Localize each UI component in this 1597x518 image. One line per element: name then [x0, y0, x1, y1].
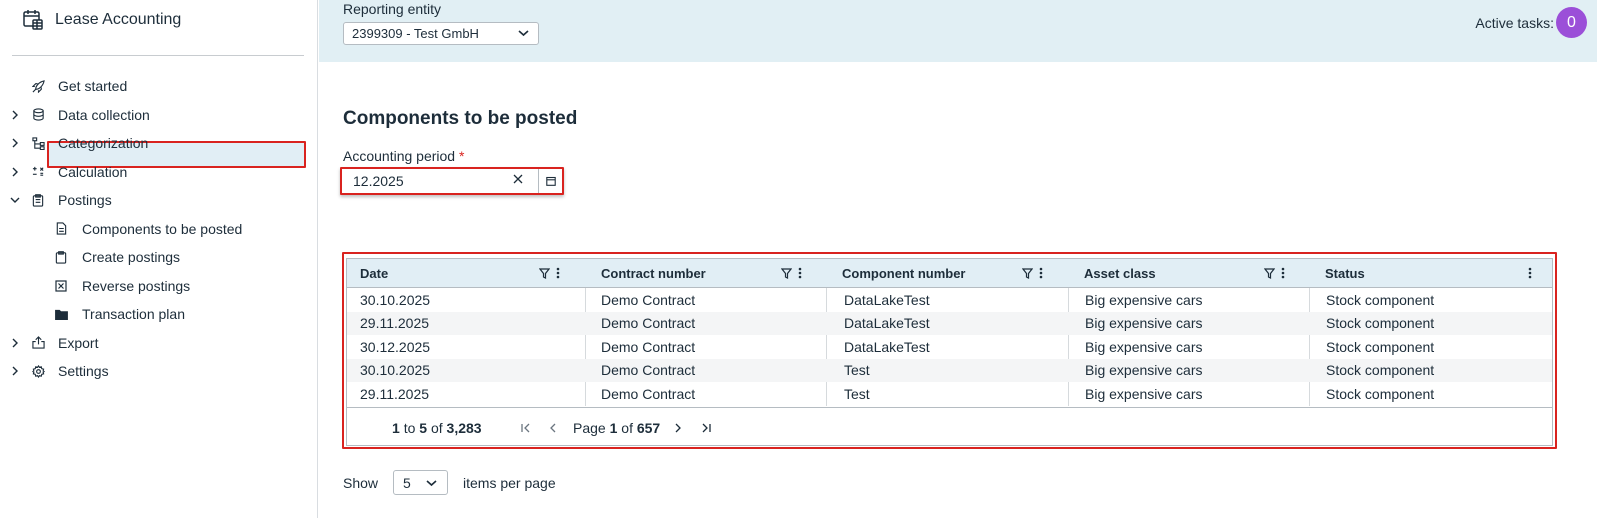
- column-header-label: Component number: [842, 266, 966, 281]
- sidebar-item-label: Export: [58, 334, 99, 351]
- table-row[interactable]: 30.10.2025 Demo Contract Test Big expens…: [347, 358, 1552, 382]
- row-range-summary: 1 to 5 of 3,283: [392, 420, 482, 436]
- page-indicator: Page 1 of 657: [573, 420, 661, 436]
- required-marker: *: [458, 148, 465, 164]
- app-brand[interactable]: Lease Accounting: [22, 8, 181, 32]
- calendar-grid-icon: [22, 9, 44, 31]
- sidebar-item-label: Reverse postings: [82, 277, 191, 294]
- sidebar-item-get-started[interactable]: Get started: [0, 72, 318, 101]
- previous-page-icon[interactable]: [546, 421, 560, 435]
- sidebar-item-label: Create postings: [82, 249, 181, 266]
- column-header-status[interactable]: Status: [1312, 259, 1552, 288]
- cancel-box-icon: [54, 279, 68, 293]
- filter-icon[interactable]: [1022, 267, 1033, 279]
- sidebar-item-create-postings[interactable]: Create postings: [0, 243, 318, 272]
- components-grid: Date Contract number Component number As…: [346, 258, 1553, 446]
- grid-header: Date Contract number Component number As…: [347, 259, 1552, 288]
- column-header-asset-class[interactable]: Asset class: [1071, 259, 1312, 288]
- sidebar-item-calculation[interactable]: Calculation: [0, 158, 318, 187]
- show-label: Show: [343, 475, 379, 491]
- chevron-right-icon[interactable]: [9, 166, 21, 178]
- sidebar-divider: [12, 55, 304, 56]
- sidebar-item-components-to-be-posted[interactable]: Components to be posted: [0, 215, 318, 244]
- sidebar-item-reverse-postings[interactable]: Reverse postings: [0, 272, 318, 301]
- accounting-period-label-text: Accounting period: [343, 148, 456, 164]
- column-header-label: Asset class: [1084, 266, 1156, 281]
- accounting-period-label: Accounting period *: [343, 148, 464, 164]
- column-header-date[interactable]: Date: [347, 259, 588, 288]
- clipboard-icon: [54, 250, 68, 264]
- sidebar-item-label: Transaction plan: [82, 306, 185, 323]
- filter-icon[interactable]: [1264, 267, 1275, 279]
- calendar-icon[interactable]: [538, 169, 562, 193]
- sidebar-item-transaction-plan[interactable]: Transaction plan: [0, 300, 318, 329]
- chevron-down-icon[interactable]: [9, 194, 21, 206]
- reporting-entity-select[interactable]: 2399309 - Test GmbH: [343, 22, 539, 45]
- app-title: Lease Accounting: [55, 11, 182, 28]
- rocket-icon: [31, 79, 45, 93]
- clear-icon[interactable]: [513, 174, 525, 186]
- table-row[interactable]: 29.11.2025 Demo Contract DataLakeTest Bi…: [347, 311, 1552, 335]
- chevron-right-icon[interactable]: [9, 337, 21, 349]
- column-header-label: Status: [1325, 266, 1365, 281]
- sidebar-item-settings[interactable]: Settings: [0, 357, 318, 386]
- chevron-right-icon[interactable]: [9, 137, 21, 149]
- sidebar-item-categorization[interactable]: Categorization: [0, 129, 318, 158]
- sidebar-nav: Get started Data collection Categorizati…: [0, 72, 318, 386]
- grid-pagination: 1 to 5 of 3,283 Page 1 of 657: [347, 407, 1552, 446]
- sidebar-item-label: Postings: [58, 192, 112, 209]
- chevron-down-icon: [426, 479, 437, 487]
- document-icon: [54, 222, 68, 236]
- column-header-label: Date: [360, 266, 389, 281]
- clipboard-icon: [31, 193, 45, 207]
- chevron-right-icon[interactable]: [9, 365, 21, 377]
- column-header-contract-number[interactable]: Contract number: [588, 259, 829, 288]
- sidebar-item-export[interactable]: Export: [0, 329, 318, 358]
- column-header-label: Contract number: [601, 266, 706, 281]
- sidebar: Lease Accounting Get started Data collec…: [0, 0, 318, 518]
- gear-icon: [31, 364, 45, 378]
- last-page-icon[interactable]: [699, 421, 713, 435]
- folder-icon: [54, 307, 68, 321]
- active-tasks-label: Active tasks:: [1475, 15, 1554, 31]
- sidebar-item-label: Categorization: [58, 135, 149, 152]
- first-page-icon[interactable]: [519, 421, 533, 435]
- reporting-entity-value: 2399309 - Test GmbH: [352, 26, 479, 41]
- column-header-component-number[interactable]: Component number: [829, 259, 1071, 288]
- table-row[interactable]: 29.11.2025 Demo Contract Test Big expens…: [347, 382, 1552, 406]
- table-row[interactable]: 30.12.2025 Demo Contract DataLakeTest Bi…: [347, 335, 1552, 359]
- chevron-right-icon[interactable]: [9, 109, 21, 121]
- filter-icon[interactable]: [781, 267, 792, 279]
- page-title: Components to be posted: [343, 108, 578, 129]
- active-tasks-badge[interactable]: 0: [1556, 7, 1587, 38]
- export-icon: [31, 336, 45, 350]
- page-size-select[interactable]: 5: [393, 470, 448, 495]
- hierarchy-icon: [31, 136, 45, 150]
- accounting-period-field: [340, 167, 564, 195]
- column-menu-icon[interactable]: [1528, 267, 1532, 279]
- sidebar-item-label: Get started: [58, 78, 128, 95]
- sidebar-item-label: Data collection: [58, 106, 150, 123]
- column-menu-icon[interactable]: [798, 267, 802, 279]
- column-menu-icon[interactable]: [1039, 267, 1043, 279]
- table-row[interactable]: 30.10.2025 Demo Contract DataLakeTest Bi…: [347, 288, 1552, 312]
- items-per-page-label: items per page: [463, 475, 556, 491]
- sidebar-item-label: Calculation: [58, 163, 128, 180]
- filter-icon[interactable]: [539, 267, 550, 279]
- sidebar-item-label: Components to be posted: [82, 220, 243, 237]
- sidebar-item-data-collection[interactable]: Data collection: [0, 101, 318, 130]
- calculator-icon: [31, 165, 45, 179]
- sidebar-item-postings[interactable]: Postings: [0, 186, 318, 215]
- sidebar-item-label: Settings: [58, 363, 109, 380]
- chevron-down-icon: [518, 29, 529, 37]
- reporting-entity-label: Reporting entity: [343, 1, 442, 17]
- page-size-value: 5: [403, 474, 411, 491]
- accounting-period-input[interactable]: [345, 171, 532, 191]
- column-menu-icon[interactable]: [556, 267, 560, 279]
- next-page-icon[interactable]: [671, 421, 685, 435]
- database-icon: [31, 108, 45, 122]
- column-menu-icon[interactable]: [1281, 267, 1285, 279]
- top-bar: Reporting entity 2399309 - Test GmbH Act…: [319, 0, 1597, 62]
